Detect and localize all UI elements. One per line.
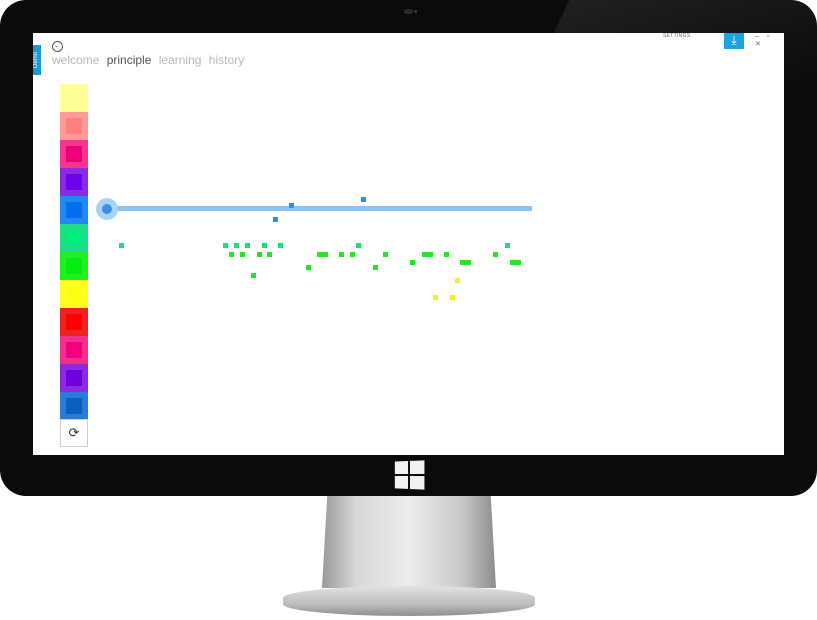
- color-swatch-inner: [66, 370, 82, 386]
- monitor-bezel: Demo ← welcome principle learning histor…: [0, 0, 817, 496]
- color-palette: [60, 84, 88, 420]
- note-dot: [278, 243, 283, 248]
- note-dot: [223, 243, 228, 248]
- color-swatch-inner: [66, 90, 82, 106]
- top-navigation: welcome principle learning history: [52, 53, 248, 67]
- note-dot: [240, 252, 245, 257]
- note-dot: [410, 260, 415, 265]
- note-dot: [267, 252, 272, 257]
- slider-handle[interactable]: [96, 198, 118, 220]
- note-dot: [505, 243, 510, 248]
- color-swatch-inner: [66, 118, 82, 134]
- color-swatch-5[interactable]: [60, 196, 88, 224]
- note-dot: [273, 217, 278, 222]
- note-dot: [460, 260, 471, 265]
- app-screen: Demo ← welcome principle learning histor…: [33, 33, 784, 455]
- nav-learning[interactable]: learning: [159, 53, 202, 67]
- color-swatch-3[interactable]: [60, 140, 88, 168]
- nav-principle[interactable]: principle: [107, 53, 152, 67]
- webcam: [404, 9, 413, 14]
- color-swatch-8[interactable]: [60, 280, 88, 308]
- nav-history[interactable]: history: [209, 53, 244, 67]
- note-dot: [510, 260, 521, 265]
- note-dot: [350, 252, 355, 257]
- color-swatch-inner: [66, 258, 82, 274]
- note-dot: [306, 265, 311, 270]
- monitor-stand-neck: [322, 496, 496, 588]
- color-swatch-1[interactable]: [60, 84, 88, 112]
- webcam-light: [414, 10, 417, 13]
- color-swatch-inner: [66, 314, 82, 330]
- download-arrow-icon[interactable]: ⤓: [724, 33, 744, 49]
- note-dot: [493, 252, 498, 257]
- note-dot: [289, 203, 294, 208]
- note-dot: [383, 252, 388, 257]
- window-controls[interactable]: – ▫ ✕: [755, 33, 784, 48]
- color-swatch-inner: [66, 202, 82, 218]
- color-swatch-11[interactable]: [60, 364, 88, 392]
- monitor-stand-base: [283, 586, 535, 616]
- color-swatch-6[interactable]: [60, 224, 88, 252]
- slider-handle-center: [102, 204, 112, 214]
- note-dot: [317, 252, 328, 257]
- note-dot: [257, 252, 262, 257]
- note-dot: [119, 243, 124, 248]
- note-dot: [234, 243, 239, 248]
- color-swatch-inner: [66, 398, 82, 414]
- note-dot: [373, 265, 378, 270]
- settings-link[interactable]: SETTINGS: [663, 33, 690, 39]
- color-swatch-inner: [66, 146, 82, 162]
- note-dot: [251, 273, 256, 278]
- color-swatch-4[interactable]: [60, 168, 88, 196]
- color-swatch-2[interactable]: [60, 112, 88, 140]
- note-dot: [361, 197, 366, 202]
- note-dot: [433, 295, 438, 300]
- color-swatch-10[interactable]: [60, 336, 88, 364]
- windows-logo: [394, 460, 425, 490]
- note-dot: [245, 243, 250, 248]
- back-arrow-icon[interactable]: ←: [52, 41, 63, 52]
- color-swatch-inner: [66, 342, 82, 358]
- color-swatch-12[interactable]: [60, 392, 88, 420]
- nav-welcome[interactable]: welcome: [52, 53, 99, 67]
- note-dot: [455, 278, 460, 283]
- note-dot: [262, 243, 267, 248]
- color-swatch-7[interactable]: [60, 252, 88, 280]
- slider-track[interactable]: [103, 206, 532, 211]
- color-swatch-9[interactable]: [60, 308, 88, 336]
- note-dot: [339, 252, 344, 257]
- note-dot: [356, 243, 361, 248]
- color-swatch-inner: [66, 174, 82, 190]
- note-dot: [422, 252, 433, 257]
- note-dot: [444, 252, 449, 257]
- note-dot: [450, 295, 455, 300]
- side-tab[interactable]: Demo: [33, 45, 41, 75]
- note-dot: [229, 252, 234, 257]
- color-swatch-inner: [66, 230, 82, 246]
- refresh-icon[interactable]: ⟳: [60, 419, 88, 447]
- color-swatch-inner: [66, 286, 82, 302]
